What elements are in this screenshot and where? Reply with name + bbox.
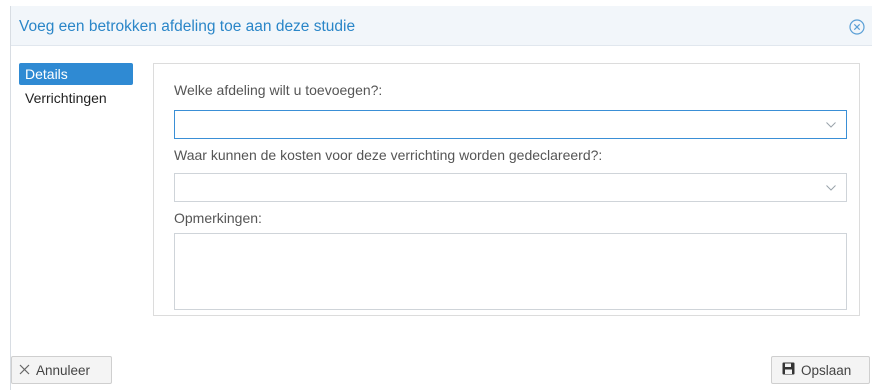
cancel-button-label: Annuleer [36,362,91,378]
save-button-label: Opslaan [801,362,852,378]
details-panel: Welke afdeling wilt u toevoegen?: Waar k… [153,63,860,316]
opmerkingen-label: Opmerkingen: [174,210,262,226]
nav-item-label: Verrichtingen [25,90,107,106]
dialog-title: Voeg een betrokken afdeling toe aan deze… [19,18,356,35]
cancel-button[interactable]: Annuleer [11,356,112,384]
dialog-header: Voeg een betrokken afdeling toe aan deze… [11,6,872,46]
close-icon[interactable] [849,19,865,35]
dialog: Voeg een betrokken afdeling toe aan deze… [10,6,872,390]
side-nav: Details Verrichtingen [19,63,133,111]
opmerkingen-textarea[interactable] [174,233,847,310]
kosten-label: Waar kunnen de kosten voor deze verricht… [174,147,603,163]
save-button[interactable]: Opslaan [771,356,870,384]
floppy-disk-icon [782,362,795,378]
nav-item-details[interactable]: Details [19,63,133,85]
afdeling-label: Welke afdeling wilt u toevoegen?: [174,82,383,98]
nav-item-label: Details [25,66,68,82]
afdeling-select[interactable] [174,110,847,139]
chevron-down-icon [826,122,836,128]
kosten-select[interactable] [174,173,847,202]
nav-item-verrichtingen[interactable]: Verrichtingen [19,87,133,109]
x-icon [19,363,30,378]
chevron-down-icon [826,185,836,191]
